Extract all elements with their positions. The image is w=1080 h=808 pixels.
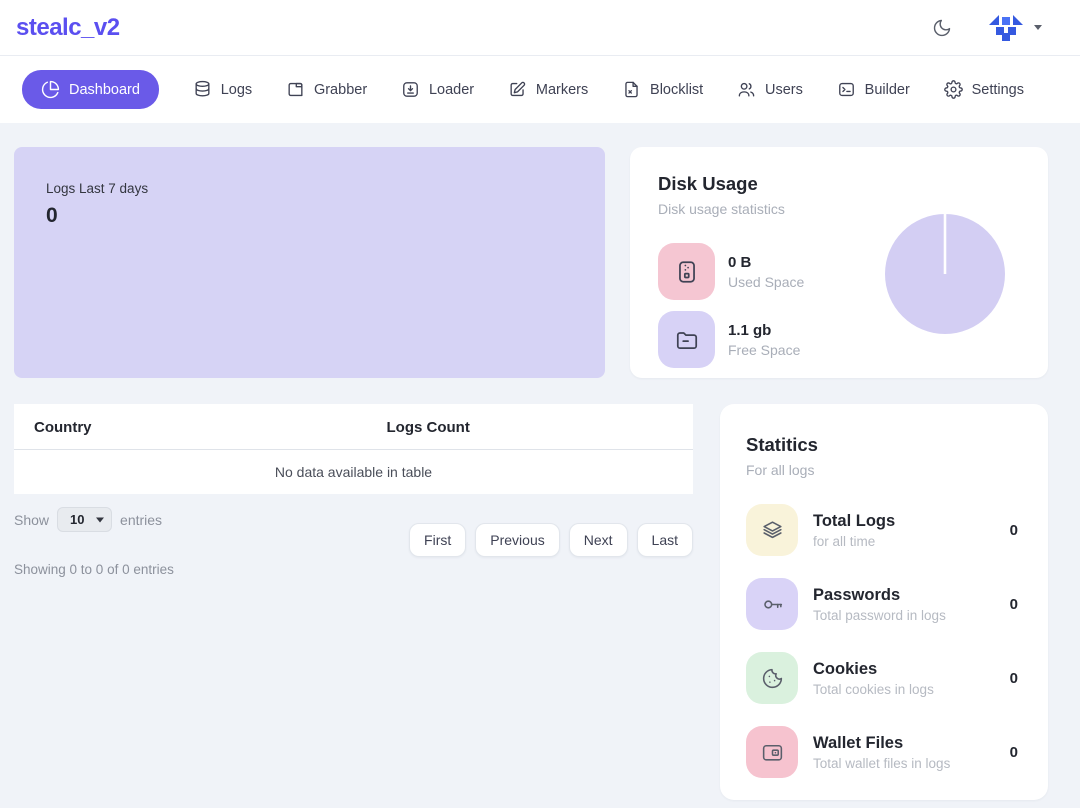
chevron-down-icon xyxy=(1034,25,1042,30)
stat-title: Wallet Files xyxy=(813,734,950,753)
tab-label: Settings xyxy=(972,82,1024,98)
pen-icon xyxy=(508,80,527,99)
logs-card-label: Logs Last 7 days xyxy=(46,181,573,196)
table-summary: Showing 0 to 0 of 0 entries xyxy=(14,562,693,577)
users-icon xyxy=(737,80,756,99)
top-header: stealc_v2 xyxy=(0,0,1080,56)
user-menu[interactable] xyxy=(986,12,1042,44)
disk-usage-pie-chart xyxy=(884,213,1006,335)
tab-dashboard[interactable]: Dashboard xyxy=(22,70,159,109)
free-space-label: Free Space xyxy=(728,342,800,358)
stat-subtitle: Total password in logs xyxy=(813,608,946,623)
logs-last-7-days-card: Logs Last 7 days 0 xyxy=(14,147,605,378)
stat-subtitle: Total cookies in logs xyxy=(813,682,934,697)
brand-footer: zscaler ™ ThreatLabz xyxy=(14,800,1048,808)
entries-label: entries xyxy=(120,512,162,528)
tab-label: Loader xyxy=(429,82,474,98)
stat-value: 0 xyxy=(1010,522,1022,539)
page-size-select[interactable]: 10 xyxy=(57,507,112,532)
last-page-button[interactable]: Last xyxy=(637,523,693,557)
stat-title: Cookies xyxy=(813,660,934,679)
main-content: Logs Last 7 days 0 Disk Usage Disk usage… xyxy=(0,123,1080,808)
next-page-button[interactable]: Next xyxy=(569,523,628,557)
folder-icon xyxy=(658,311,715,368)
previous-page-button[interactable]: Previous xyxy=(475,523,559,557)
file-x-icon xyxy=(622,80,641,99)
tab-label: Builder xyxy=(865,82,910,98)
column-header-country[interactable]: Country xyxy=(14,404,163,450)
wallet-files-stat: Wallet Files Total wallet files in logs … xyxy=(746,726,1022,778)
show-label: Show xyxy=(14,512,49,528)
tab-builder[interactable]: Builder xyxy=(837,80,910,99)
tab-markers[interactable]: Markers xyxy=(508,80,588,99)
total-logs-stat: Total Logs for all time 0 xyxy=(746,504,1022,556)
statistics-subtitle: For all logs xyxy=(746,462,1022,478)
wallet-icon xyxy=(746,726,798,778)
tab-users[interactable]: Users xyxy=(737,80,803,99)
disk-usage-title: Disk Usage xyxy=(658,173,1020,195)
key-icon xyxy=(746,578,798,630)
tab-logs[interactable]: Logs xyxy=(193,80,252,99)
main-nav: Dashboard Logs Grabber Loader Markers Bl… xyxy=(0,56,1080,123)
cookie-icon xyxy=(746,652,798,704)
theme-toggle-button[interactable] xyxy=(932,18,952,38)
used-space-value: 0 B xyxy=(728,254,804,271)
stat-value: 0 xyxy=(1010,596,1022,613)
stat-subtitle: Total wallet files in logs xyxy=(813,756,950,771)
passwords-stat: Passwords Total password in logs 0 xyxy=(746,578,1022,630)
tab-label: Users xyxy=(765,82,803,98)
tab-label: Grabber xyxy=(314,82,367,98)
pie-chart-icon xyxy=(41,80,60,99)
terminal-icon xyxy=(837,80,856,99)
stat-title: Total Logs xyxy=(813,512,895,531)
folder-icon xyxy=(286,80,305,99)
stat-subtitle: for all time xyxy=(813,534,895,549)
zip-file-icon xyxy=(658,243,715,300)
used-space-label: Used Space xyxy=(728,274,804,290)
tab-label: Markers xyxy=(536,82,588,98)
column-header-logs-count[interactable]: Logs Count xyxy=(163,404,693,450)
statistics-card: Statitics For all logs Total Logs for al… xyxy=(720,404,1048,800)
pagination: First Previous Next Last xyxy=(409,523,693,557)
tab-label: Logs xyxy=(221,82,252,98)
app-logo[interactable]: stealc_v2 xyxy=(16,14,120,42)
cookies-stat: Cookies Total cookies in logs 0 xyxy=(746,652,1022,704)
country-logs-table: Country Logs Count No data available in … xyxy=(14,404,693,494)
stat-title: Passwords xyxy=(813,586,946,605)
statistics-title: Statitics xyxy=(746,434,1022,456)
tab-grabber[interactable]: Grabber xyxy=(286,80,367,99)
database-icon xyxy=(193,80,212,99)
pixel-avatar-icon xyxy=(986,12,1026,44)
download-icon xyxy=(401,80,420,99)
disk-usage-card: Disk Usage Disk usage statistics 0 B Use… xyxy=(630,147,1048,378)
tab-loader[interactable]: Loader xyxy=(401,80,474,99)
tab-label: Blocklist xyxy=(650,82,703,98)
first-page-button[interactable]: First xyxy=(409,523,466,557)
logs-card-value: 0 xyxy=(46,204,573,228)
layers-icon xyxy=(746,504,798,556)
table-row: No data available in table xyxy=(14,450,693,495)
empty-table-message: No data available in table xyxy=(14,450,693,495)
tab-settings[interactable]: Settings xyxy=(944,80,1024,99)
moon-icon xyxy=(932,18,952,38)
free-space-value: 1.1 gb xyxy=(728,322,800,339)
tab-blocklist[interactable]: Blocklist xyxy=(622,80,703,99)
stat-value: 0 xyxy=(1010,744,1022,761)
tab-label: Dashboard xyxy=(69,82,140,98)
stat-value: 0 xyxy=(1010,670,1022,687)
gear-icon xyxy=(944,80,963,99)
